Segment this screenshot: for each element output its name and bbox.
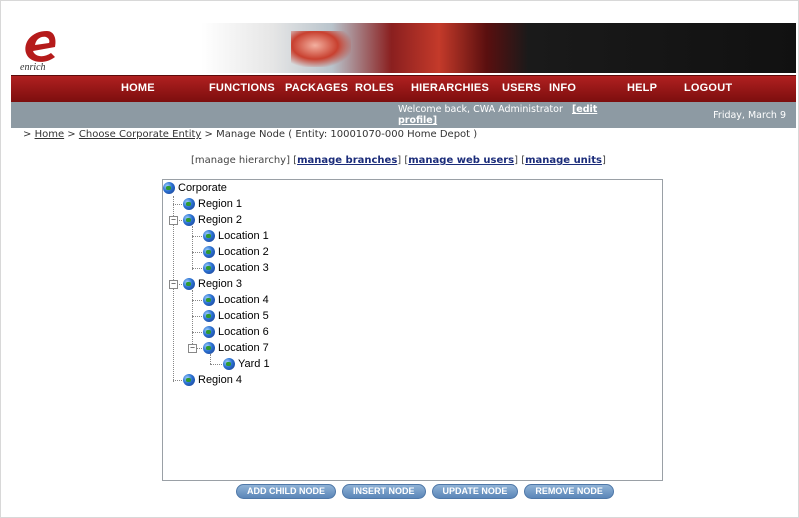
tree-node-label: Location 2	[218, 246, 269, 258]
tree-node-corporate[interactable]: Corporate	[163, 180, 227, 196]
tree-node-yard-1[interactable]: Yard 1	[223, 356, 270, 372]
header-banner-image	[201, 23, 796, 73]
tree-connector	[192, 332, 202, 333]
main-nav: HOME FUNCTIONS PACKAGES ROLES HIERARCHIE…	[11, 75, 796, 103]
collapse-location-7-toggle[interactable]: −	[188, 344, 197, 353]
nav-logout[interactable]: LOGOUT	[684, 82, 732, 94]
tree-node-location-6[interactable]: Location 6	[203, 324, 269, 340]
add-child-node-button[interactable]: ADD CHILD NODE	[236, 484, 336, 499]
globe-icon	[183, 278, 195, 290]
tree-connector	[192, 316, 202, 317]
insert-node-button[interactable]: INSERT NODE	[342, 484, 426, 499]
tab-manage-units[interactable]: manage units	[525, 155, 602, 166]
status-bar: Welcome back, CWA Administrator [edit pr…	[11, 102, 796, 128]
tree-connector	[210, 364, 222, 365]
tree-node-region-3[interactable]: Region 3	[183, 276, 242, 292]
nav-roles[interactable]: ROLES	[355, 82, 394, 94]
tree-connector	[192, 236, 202, 237]
tree-connector	[197, 348, 202, 349]
collapse-region-3-toggle[interactable]: −	[169, 280, 178, 289]
tree-node-label: Location 1	[218, 230, 269, 242]
current-date: Friday, March 9	[713, 110, 786, 121]
tree-connector	[192, 268, 202, 269]
tree-node-location-7[interactable]: Location 7	[203, 340, 269, 356]
breadcrumb-current: > Manage Node ( Entity: 10001070-000 Hom…	[204, 129, 478, 140]
globe-icon	[203, 246, 215, 258]
tab-manage-web-users[interactable]: manage web users	[408, 155, 514, 166]
tree-node-label: Corporate	[178, 182, 227, 194]
breadcrumb-choose-entity-link[interactable]: Choose Corporate Entity	[79, 129, 201, 140]
tree-node-region-2[interactable]: Region 2	[183, 212, 242, 228]
globe-icon	[203, 326, 215, 338]
tree-node-label: Location 5	[218, 310, 269, 322]
globe-icon	[203, 262, 215, 274]
breadcrumb-prefix: >	[23, 129, 32, 140]
logo-text: enrich	[20, 62, 46, 73]
tab-manage-branches[interactable]: manage branches	[297, 155, 397, 166]
breadcrumb-home-link[interactable]: Home	[35, 129, 65, 140]
tree-connector	[192, 252, 202, 253]
tree-node-label: Location 4	[218, 294, 269, 306]
tree-node-label: Region 2	[198, 214, 243, 226]
update-node-button[interactable]: UPDATE NODE	[431, 484, 519, 499]
globe-icon	[203, 294, 215, 306]
tree-node-location-1[interactable]: Location 1	[203, 228, 269, 244]
breadcrumb: > Home > Choose Corporate Entity > Manag…	[23, 129, 477, 140]
tree-node-region-4[interactable]: Region 4	[183, 372, 242, 388]
tree-node-label: Location 3	[218, 262, 269, 274]
tree-connector	[192, 300, 202, 301]
nav-functions[interactable]: FUNCTIONS	[209, 82, 275, 94]
app-frame: enrich HOME FUNCTIONS PACKAGES ROLES HIE…	[0, 0, 799, 518]
nav-hierarchies[interactable]: HIERARCHIES	[411, 82, 489, 94]
globe-icon	[163, 182, 175, 194]
tree-node-location-3[interactable]: Location 3	[203, 260, 269, 276]
tree-node-label: Region 3	[198, 278, 243, 290]
welcome-message: Welcome back, CWA Administrator [edit pr…	[398, 104, 638, 126]
globe-icon	[203, 342, 215, 354]
tree-connector	[192, 290, 193, 348]
tree-connector	[173, 380, 182, 381]
welcome-text: Welcome back, CWA Administrator	[398, 104, 563, 115]
nav-users[interactable]: USERS	[502, 82, 541, 94]
collapse-region-2-toggle[interactable]: −	[169, 216, 178, 225]
tree-connector	[173, 204, 182, 205]
globe-icon	[183, 198, 195, 210]
truck-image	[291, 31, 351, 67]
nav-packages[interactable]: PACKAGES	[285, 82, 348, 94]
hierarchy-tree[interactable]: − − − Corporate Region 1 Region 2 Locati…	[162, 179, 663, 481]
tree-node-location-4[interactable]: Location 4	[203, 292, 269, 308]
tree-node-label: Location 6	[218, 326, 269, 338]
globe-icon	[203, 230, 215, 242]
tab-manage-hierarchy: [manage hierarchy]	[191, 155, 290, 166]
enrich-logo: enrich	[20, 31, 56, 73]
tree-node-label: Yard 1	[238, 358, 270, 370]
nav-info[interactable]: INFO	[549, 82, 576, 94]
header: enrich	[11, 23, 796, 73]
tree-node-label: Region 1	[198, 198, 243, 210]
tree-node-region-1[interactable]: Region 1	[183, 196, 242, 212]
tree-node-location-5[interactable]: Location 5	[203, 308, 269, 324]
globe-icon	[203, 310, 215, 322]
tree-connector	[192, 226, 193, 270]
tree-node-label: Location 7	[218, 342, 269, 354]
tree-node-location-2[interactable]: Location 2	[203, 244, 269, 260]
manage-tabs: [manage hierarchy] [manage branches] [ma…	[191, 155, 606, 166]
globe-icon	[183, 374, 195, 386]
nav-home[interactable]: HOME	[121, 82, 155, 94]
breadcrumb-separator: >	[67, 129, 76, 140]
remove-node-button[interactable]: REMOVE NODE	[524, 484, 614, 499]
nav-help[interactable]: HELP	[627, 82, 657, 94]
tree-node-label: Region 4	[198, 374, 243, 386]
globe-icon	[183, 214, 195, 226]
globe-icon	[223, 358, 235, 370]
node-action-buttons: ADD CHILD NODE INSERT NODE UPDATE NODE R…	[236, 484, 614, 499]
